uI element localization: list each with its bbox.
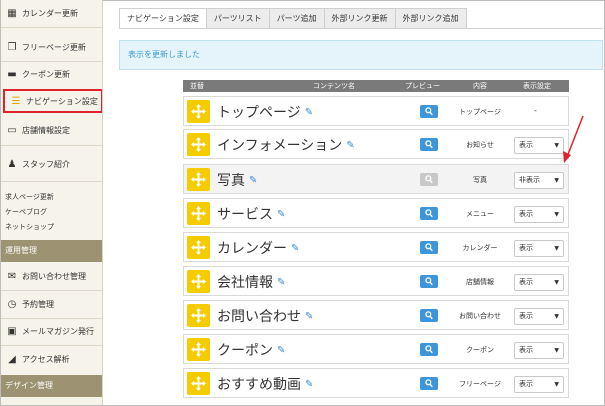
annotation-arrow bbox=[563, 115, 584, 163]
